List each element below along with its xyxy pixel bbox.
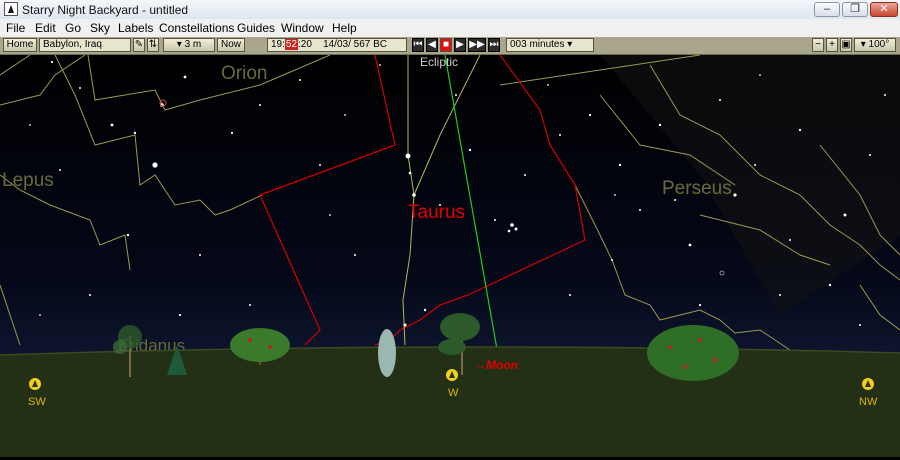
menu-edit[interactable]: Edit bbox=[35, 21, 56, 35]
date-value[interactable]: 14/03/ 567 BC bbox=[323, 39, 387, 50]
zoom-reset-icon[interactable]: ▣ bbox=[840, 38, 852, 52]
ground bbox=[0, 346, 900, 457]
step-back-to-start-icon[interactable]: ⏮ bbox=[412, 38, 424, 52]
orion-label: Orion bbox=[221, 63, 267, 84]
time-hour[interactable]: 19: bbox=[271, 39, 285, 50]
edit-location-icon[interactable]: ✎ bbox=[133, 38, 145, 52]
menu-help[interactable]: Help bbox=[332, 21, 357, 35]
lepus-label: Lepus bbox=[2, 170, 54, 191]
fast-forward-icon[interactable]: ▶▶ bbox=[468, 38, 486, 52]
step-back-icon[interactable]: ◀ bbox=[426, 38, 438, 52]
zoom-in-icon[interactable]: + bbox=[826, 38, 838, 52]
menu-guides[interactable]: Guides bbox=[237, 21, 275, 35]
compass-sw-label: SW bbox=[28, 396, 46, 408]
play-icon[interactable]: ▶ bbox=[454, 38, 466, 52]
time-step-dropdown[interactable]: 003 minutes ▾ bbox=[506, 38, 594, 52]
field-of-view-dropdown[interactable]: ▾ 100° bbox=[854, 38, 896, 52]
menu-constellations[interactable]: Constellations bbox=[159, 21, 234, 35]
menu-sky[interactable]: Sky bbox=[90, 21, 110, 35]
tree-right-apple bbox=[647, 325, 739, 381]
restore-button[interactable]: ❐ bbox=[842, 2, 868, 17]
lock-icon[interactable]: ⇅ bbox=[147, 38, 159, 52]
compass-nw-label: NW bbox=[859, 396, 878, 408]
moon-label[interactable]: →Moon bbox=[474, 358, 518, 372]
home-button[interactable]: Home bbox=[3, 38, 37, 52]
step-forward-icon[interactable]: ⏭ bbox=[488, 38, 500, 52]
menu-window[interactable]: Window bbox=[281, 21, 324, 35]
toolbar: Home Babylon, Iraq ✎ ⇅ ▾ 3 m Now 19:52:2… bbox=[0, 37, 900, 55]
menu-file[interactable]: File bbox=[6, 21, 25, 35]
elevation-dropdown[interactable]: ▾ 3 m bbox=[163, 38, 215, 52]
perseus-label: Perseus bbox=[662, 178, 732, 199]
minimize-button[interactable]: – bbox=[814, 2, 840, 17]
location-field[interactable]: Babylon, Iraq bbox=[39, 38, 131, 52]
tree-silver-fir bbox=[378, 329, 396, 377]
time-second[interactable]: :20 bbox=[298, 39, 312, 50]
now-button[interactable]: Now bbox=[217, 38, 245, 52]
compass-w-label: W bbox=[448, 387, 459, 399]
ecliptic-label: Ecliptic bbox=[420, 55, 458, 69]
time-date-field[interactable]: 19:52:20 14/03/ 567 BC bbox=[267, 38, 407, 52]
sky-view[interactable]: Ecliptic Orion Lepus Taurus Perseus Erid… bbox=[0, 54, 900, 457]
window-title: Starry Night Backyard - untitled bbox=[22, 3, 189, 17]
menu-labels[interactable]: Labels bbox=[118, 21, 153, 35]
menu-go[interactable]: Go bbox=[65, 21, 81, 35]
title-bar: Starry Night Backyard - untitled – ❐ ✕ bbox=[0, 0, 900, 20]
zoom-out-icon[interactable]: − bbox=[812, 38, 824, 52]
stop-icon[interactable]: ■ bbox=[440, 38, 452, 52]
app-icon bbox=[4, 2, 18, 16]
menu-bar: File Edit Go Sky Labels Constellations G… bbox=[0, 19, 900, 38]
taurus-label: Taurus bbox=[408, 202, 465, 223]
close-button[interactable]: ✕ bbox=[870, 2, 898, 17]
time-minute[interactable]: 52 bbox=[284, 39, 299, 50]
